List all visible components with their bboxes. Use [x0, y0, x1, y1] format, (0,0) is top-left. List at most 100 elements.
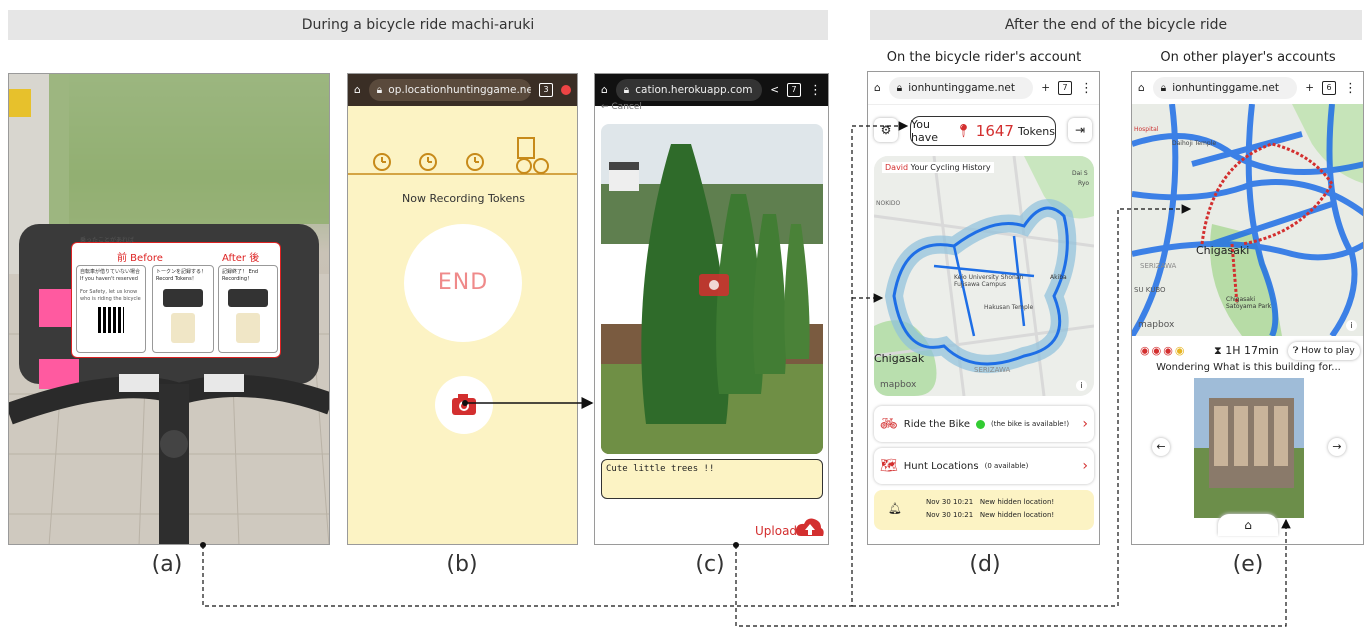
bike-basket-photo: 乗ったことがあれば 前 Before After 後 自転車が借りていない場合 … [8, 73, 330, 545]
card-left-line2: If you haven't reserved [80, 276, 138, 282]
home-icon[interactable]: ⌂ [874, 82, 881, 94]
captured-photo [601, 124, 823, 454]
url-field[interactable]: 🔒︎ op.locationhuntinggame.net [368, 79, 531, 101]
lock-icon: 🔒︎ [376, 83, 383, 96]
prev-arrow-button[interactable]: ← [1152, 438, 1170, 456]
home-icon[interactable]: ⌂ [354, 84, 361, 96]
notification-time: Nov 30 10:21 [926, 498, 974, 506]
recorder-device-icon-2 [228, 289, 268, 307]
map-label: Chigasak [874, 352, 925, 365]
camera-button[interactable] [435, 376, 493, 434]
map-label: Hospital [1134, 126, 1159, 133]
card-before-label: 前 Before [117, 253, 163, 264]
timer: ⧗ 1H 17min [1214, 344, 1279, 358]
caption-b: (b) [446, 552, 478, 577]
map-label: Hakusan Temple [984, 304, 1034, 311]
map-info-icon-e[interactable]: i [1346, 320, 1357, 331]
card-step1-box: トークンを記録する！ Record Tokens！ [152, 265, 214, 353]
heart-pin-icon: ◉ [1151, 344, 1162, 357]
tab-switcher-button-c[interactable]: 7 [787, 83, 801, 97]
url-text: op.locationhuntinggame.net [388, 84, 531, 96]
cycling-history-map[interactable]: David Your Cycling History NOKIDO Dai S … [874, 156, 1094, 396]
map-label: Keio University Shonan Fujisawa Campus [954, 274, 1024, 288]
after-ride-banner: After the end of the bicycle ride [870, 10, 1362, 40]
share-icon[interactable]: < [770, 84, 779, 96]
how-to-play-label: How to play [1301, 346, 1355, 356]
tab-switcher-button-e[interactable]: 6 [1322, 81, 1336, 95]
notification-row: Nov 30 10:21 New hidden location! [926, 498, 1054, 506]
browser-url-bar-d: ⌂ 🔒︎ ionhuntinggame.net + 7 ⋮ [868, 72, 1099, 105]
notification-text: New hidden location! [979, 511, 1055, 519]
rider-account-subhead: On the bicycle rider's account [886, 50, 1082, 65]
route-heatmap[interactable]: Chigasaki SERIZAWA SU KUBO Chigasaki Sat… [1132, 104, 1363, 336]
caption-e: (e) [1232, 552, 1264, 577]
ride-the-bike-item[interactable]: 🚲︎ Ride the Bike (the bike is available!… [874, 406, 1094, 442]
url-field-d[interactable]: 🔒︎ ionhuntinggame.net [888, 77, 1034, 99]
upload-cloud-icon[interactable] [795, 516, 825, 540]
more-options-icon[interactable]: ⋮ [809, 84, 822, 97]
hunt-locations-item[interactable]: 🗺︎ Hunt Locations (0 available) › [874, 448, 1094, 484]
lock-icon: 🔒︎ [1160, 81, 1167, 94]
notifications-panel: 🔔︎ Nov 30 10:21 New hidden location! Nov… [874, 490, 1094, 530]
browser-url-bar-e: ⌂ 🔒︎ ionhuntinggame.net + 6 ⋮ [1132, 72, 1363, 105]
map-label: SERIZAWA [974, 366, 1011, 374]
caption-a: (a) [151, 552, 183, 577]
lock-icon: 🔒︎ [623, 83, 630, 96]
ride-the-bike-note: (the bike is available!) [991, 420, 1070, 428]
url-field-e[interactable]: 🔒︎ ionhuntinggame.net [1152, 77, 1298, 99]
token-balance-pill: You have 📍︎ 1647 Tokens [910, 116, 1056, 146]
map-info-icon[interactable]: i [1076, 380, 1087, 391]
more-options-icon-e[interactable]: ⋮ [1344, 82, 1357, 95]
treasure-map-icon: 🗺︎ [880, 458, 898, 474]
recording-status-text: Now Recording Tokens [402, 192, 525, 205]
card-left-line3: For Safety, let us know who is riding th… [80, 289, 141, 302]
card-step2-text: 記録終了！ End Recording！ [222, 269, 259, 282]
photo-comment-textarea[interactable]: Cute little trees !! [601, 459, 823, 499]
heart-pin-icon: ◉ [1163, 344, 1173, 357]
map-label: SU KUBO [1134, 286, 1166, 294]
ride-the-bike-label: Ride the Bike [903, 418, 971, 430]
token-count: 1647 [975, 122, 1014, 140]
new-tab-icon[interactable]: + [1041, 82, 1050, 94]
card-step2-box: 記録終了！ End Recording！ [218, 265, 278, 353]
tab-switcher-button[interactable]: 3 [539, 83, 553, 97]
cancel-link[interactable]: ← Cancel [601, 102, 642, 112]
card-step1-text: トークンを記録する！ Record Tokens！ [156, 269, 207, 282]
location-question: Wondering What is this building for... [1156, 362, 1341, 373]
heart-pin-icon: ◉ [1140, 344, 1150, 357]
next-arrow-button[interactable]: → [1328, 438, 1346, 456]
during-ride-banner: During a bicycle ride machi-aruki [8, 10, 828, 40]
bell-icon: 🔔︎ [888, 502, 902, 515]
photo-upload-screen: ⌂ 🔒︎ cation.herokuapp.com < 7 ⋮ ← Cancel… [594, 73, 829, 545]
more-options-icon-d[interactable]: ⋮ [1080, 82, 1093, 95]
browser-url-bar: ⌂ 🔒︎ op.locationhuntinggame.net 3 [348, 74, 577, 106]
end-recording-button[interactable]: END [404, 224, 522, 342]
bike-wheel-left-icon [516, 158, 532, 174]
bike-building-icon: 🚲︎ [880, 416, 898, 432]
bike-wheel-right-icon [533, 158, 549, 174]
map-title-name: David [885, 163, 909, 172]
settings-gear-icon[interactable]: ⚙ [874, 118, 898, 142]
new-tab-icon[interactable]: + [1305, 82, 1314, 94]
trees-photo [601, 124, 823, 454]
building-icon [517, 137, 535, 159]
home-nav-button[interactable]: ⌂ [1218, 514, 1278, 536]
profile-avatar-icon[interactable] [561, 85, 571, 95]
upload-button-label[interactable]: Upload [755, 524, 797, 538]
location-pin-icon: 📍︎ [955, 123, 972, 139]
how-to-play-button[interactable]: ❓︎ How to play [1288, 342, 1360, 360]
map-label: SERIZAWA [1140, 262, 1177, 270]
tab-switcher-button-d[interactable]: 7 [1058, 81, 1072, 95]
progress-steps [348, 137, 577, 175]
caption-c: (c) [695, 552, 725, 577]
recorder-device-icon [163, 289, 203, 307]
card-left-line1: 自転車が借りていない場合 [80, 269, 141, 275]
home-icon[interactable]: ⌂ [601, 84, 608, 96]
url-field-c[interactable]: 🔒︎ cation.herokuapp.com [615, 79, 763, 101]
hourglass-icon: ⧗ [1214, 344, 1222, 357]
map-label: Chigasaki [1196, 244, 1250, 257]
logout-icon[interactable]: ⇥ [1068, 118, 1092, 142]
card-top-label: 乗ったことがあれば [80, 237, 135, 244]
home-icon[interactable]: ⌂ [1138, 82, 1145, 94]
mapbox-logo: mapbox [880, 380, 917, 390]
